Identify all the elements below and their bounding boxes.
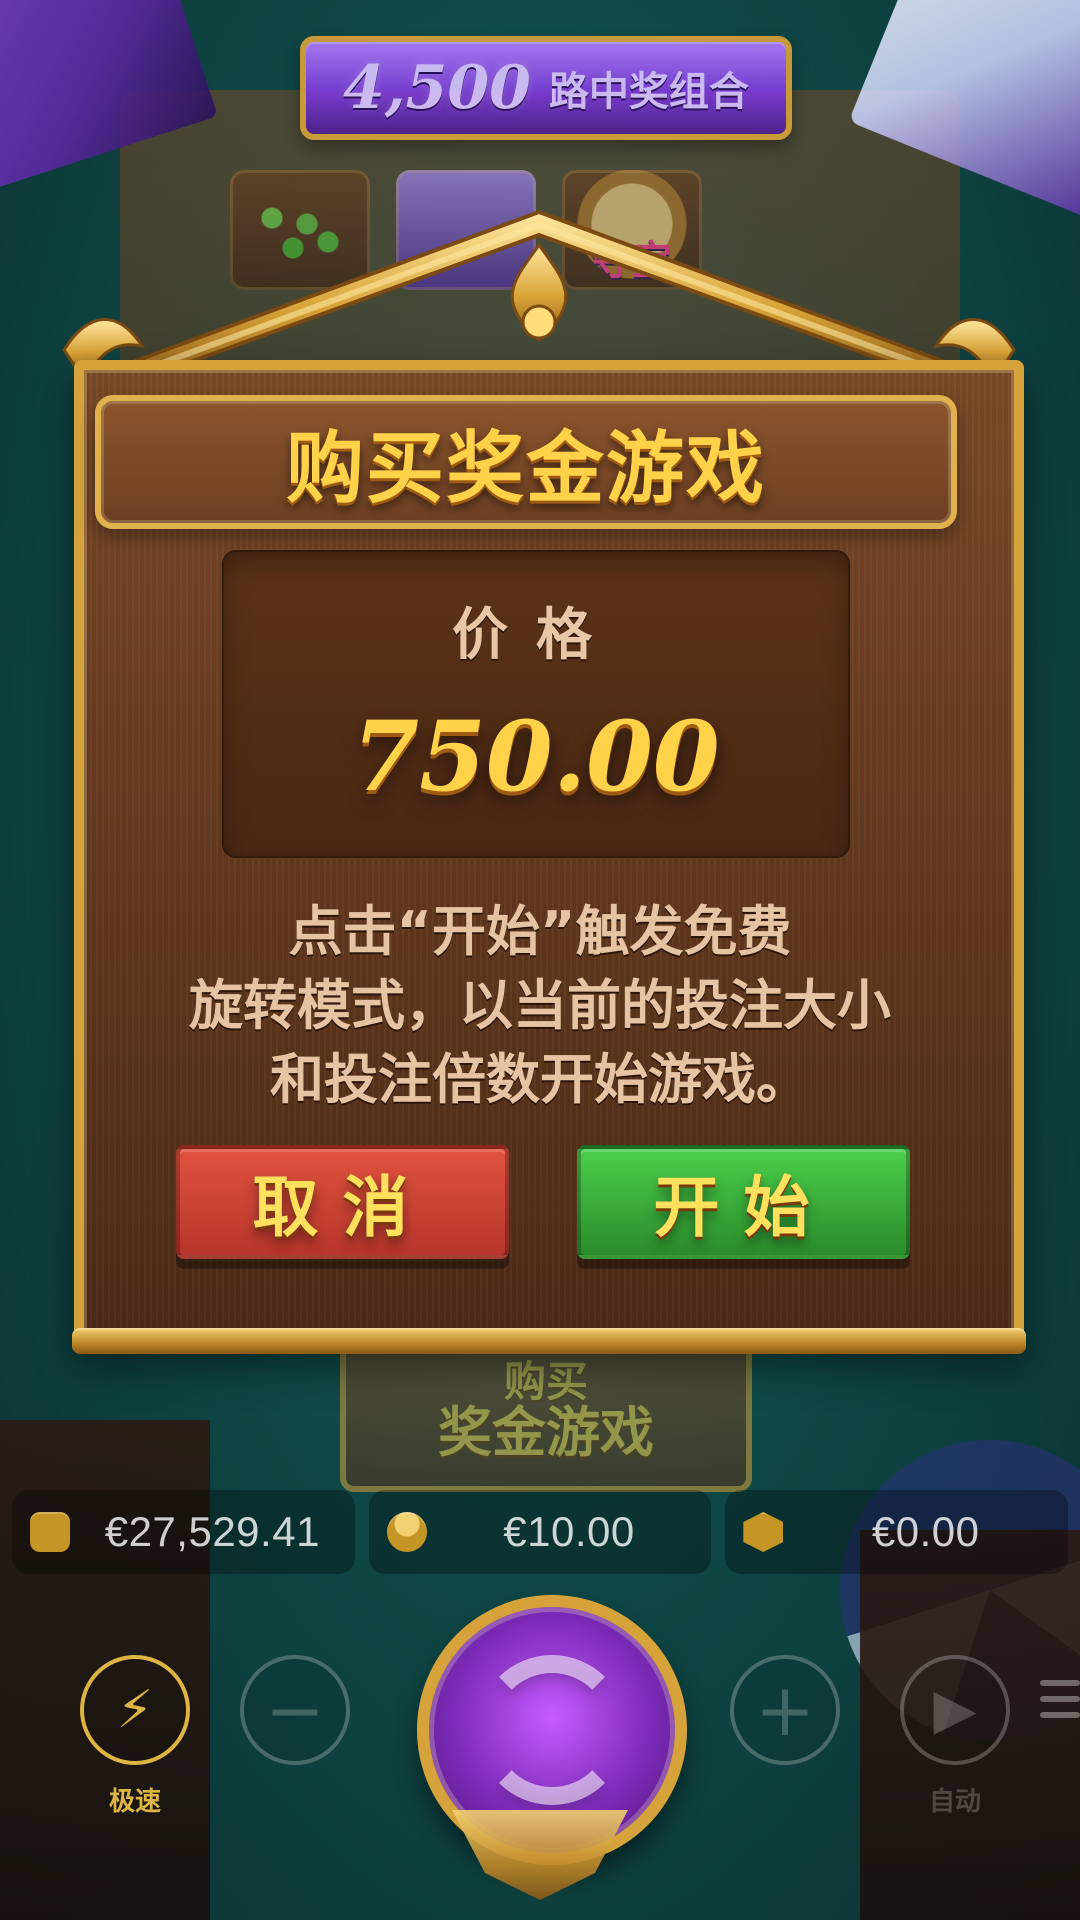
minus-icon: −: [264, 1668, 326, 1752]
ways-number: 4,500: [343, 53, 531, 123]
modal-description: 点击“开始”触发免费 旋转模式，以当前的投注大小 和投注倍数开始游戏。: [189, 900, 891, 1111]
buy-plaque-top: 购买: [503, 1357, 588, 1406]
modal-title-plaque: 购买奖金游戏: [95, 395, 957, 529]
prize-icon: [743, 1512, 784, 1552]
menu-icon: [1040, 1680, 1080, 1686]
bet-stat: €10.00: [368, 1490, 712, 1574]
play-icon: ▶: [933, 1677, 977, 1742]
autoplay-button[interactable]: ▶ 自动: [900, 1655, 1010, 1815]
price-value: 750.00: [352, 700, 720, 813]
spin-base-ornament: [452, 1810, 628, 1900]
decrease-bet-button[interactable]: −: [240, 1655, 350, 1765]
lightning-icon: ⚡: [116, 1680, 154, 1740]
win-stat: €0.00: [725, 1490, 1069, 1574]
plus-icon: +: [754, 1668, 816, 1752]
coins-icon: [386, 1512, 427, 1552]
menu-button[interactable]: [1040, 1670, 1080, 1740]
buy-plaque-bottom: 奖金游戏: [438, 1401, 654, 1464]
menu-icon-line: [1040, 1712, 1080, 1718]
win-value: €0.00: [871, 1508, 980, 1555]
bet-value: €10.00: [503, 1508, 635, 1555]
wallet-icon: [30, 1512, 70, 1552]
spin-icon: [477, 1655, 627, 1805]
autoplay-label: 自动: [928, 1787, 981, 1817]
cancel-button[interactable]: 取消: [176, 1145, 509, 1259]
turbo-label: 极速: [108, 1787, 161, 1817]
bottom-controls: ⚡ 极速 − + ▶ 自动: [0, 1595, 1080, 1920]
price-panel: 价格 750.00: [222, 550, 850, 858]
turbo-button[interactable]: ⚡ 极速: [80, 1655, 190, 1815]
start-label: 开始: [653, 1169, 834, 1246]
price-label: 价格: [452, 603, 620, 668]
balance-stat: €27,529.41: [12, 1490, 355, 1574]
cancel-label: 取消: [252, 1169, 433, 1246]
ways-text: 路中奖组合: [548, 69, 749, 115]
buy-bonus-plaque: 购买 奖金游戏: [340, 1330, 752, 1492]
balance-value: €27,529.41: [104, 1508, 320, 1555]
increase-bet-button[interactable]: +: [730, 1655, 840, 1765]
game-scene: 4,500 路中奖组合 夺宝 购买 奖金游戏 €27,529.41 €10.00…: [0, 0, 1080, 1920]
modal-title: 购买奖金游戏: [285, 424, 766, 514]
stats-bar: €27,529.41 €10.00 €0.00: [12, 1490, 1069, 1574]
start-button[interactable]: 开始: [577, 1145, 910, 1259]
ways-banner: 4,500 路中奖组合: [300, 36, 792, 140]
menu-icon-line: [1040, 1696, 1080, 1702]
